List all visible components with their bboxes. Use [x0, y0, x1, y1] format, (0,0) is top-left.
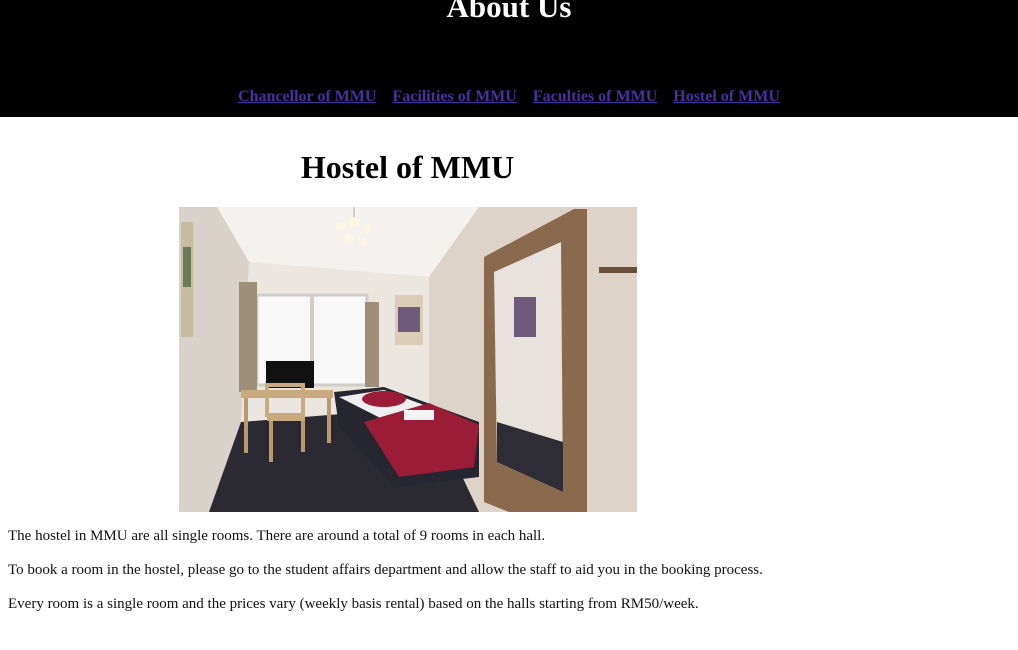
nav-link-hostel[interactable]: Hostel of MMU — [673, 88, 780, 105]
nav-link-facilities[interactable]: Facilities of MMU — [392, 88, 516, 105]
main-nav: Chancellor of MMU Facilities of MMU Facu… — [0, 87, 1018, 107]
hostel-room-photo — [179, 207, 637, 512]
nav-link-faculties[interactable]: Faculties of MMU — [533, 88, 657, 105]
hostel-info: The hostel in MMU are all single rooms. … — [8, 527, 808, 629]
site-header: About Us Chancellor of MMU Facilities of… — [0, 0, 1018, 117]
nav-link-chancellor[interactable]: Chancellor of MMU — [238, 88, 376, 105]
paragraph-rooms: The hostel in MMU are all single rooms. … — [8, 528, 546, 544]
page-title: Hostel of MMU — [300, 149, 515, 185]
paragraph-booking: To book a room in the hostel, please go … — [8, 562, 763, 578]
site-title: About Us — [446, 0, 572, 24]
paragraph-prices: Every room is a single room and the pric… — [8, 596, 699, 612]
